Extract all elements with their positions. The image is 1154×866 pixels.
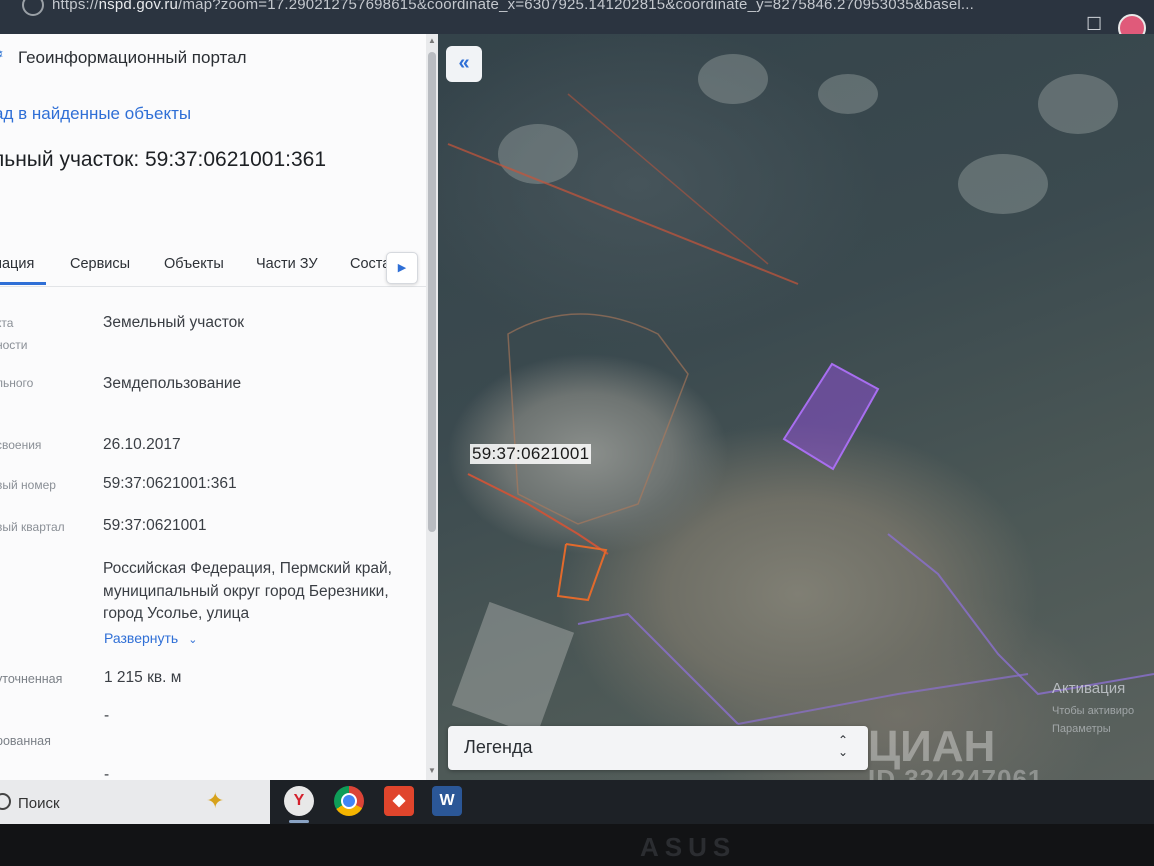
portal-title: Геоинформационный портал xyxy=(18,48,247,67)
tab-objects[interactable]: Объекты xyxy=(164,256,224,272)
copilot-sparkle-icon[interactable]: ✦ xyxy=(206,788,224,814)
windows-activation-title: Активация xyxy=(1052,680,1126,697)
field-value-area: 1 215 кв. м xyxy=(104,669,182,686)
activation-line-1: Чтобы активиро xyxy=(1052,705,1135,717)
expand-address-link[interactable]: Развернуть ⌄ xyxy=(104,630,197,646)
laptop-bezel: ASUS xyxy=(0,824,1154,866)
boundary-line xyxy=(447,143,799,285)
field-value-cadastral-quarter: 59:37:0621001 xyxy=(103,517,207,534)
field-label-cadastral-quarter: вый квартал xyxy=(0,520,65,534)
parcel-boundary xyxy=(887,533,1154,696)
field-value-registered: - xyxy=(104,766,110,780)
tab-composition[interactable]: Соста xyxy=(350,256,390,272)
field-value-usage: Земдепользование xyxy=(103,375,242,392)
panel-scrollbar[interactable]: ▲ ▼ xyxy=(426,34,438,780)
info-tabs: мация Сервисы Объекты Части ЗУ Соста ▶ xyxy=(0,244,426,287)
legend-label: Легенда xyxy=(464,737,533,757)
legend-dropdown[interactable]: Легенда ⌃ ⌄ xyxy=(448,726,868,770)
site-info-icon[interactable] xyxy=(22,0,44,16)
building-outline xyxy=(507,313,689,525)
chevron-down-icon[interactable]: ⌄ xyxy=(188,633,197,646)
parcel-boundary xyxy=(556,543,608,602)
object-title: льный участок: 59:37:0621001:361 xyxy=(0,148,327,171)
taskbar: Поиск ✦ Y ◆ W xyxy=(0,780,1154,824)
active-app-indicator xyxy=(289,820,309,823)
parcel-boundary xyxy=(467,473,609,555)
activation-line-2: Параметры xyxy=(1052,723,1111,735)
chrome-icon[interactable] xyxy=(334,786,364,816)
boundary-line xyxy=(567,93,769,265)
windows-activation-text: Чтобы активиро Параметры xyxy=(1052,702,1134,738)
object-info-panel: ❄ Геоинформационный портал ад в найденны… xyxy=(0,34,438,780)
taskbar-search[interactable]: Поиск ✦ xyxy=(0,780,270,824)
field-value-type: Земельный участок xyxy=(103,314,245,331)
panel-content: ❄ Геоинформационный портал ад в найденны… xyxy=(0,34,426,780)
back-to-results-link[interactable]: ад в найденные объекты xyxy=(0,104,191,124)
anydesk-icon[interactable]: ◆ xyxy=(384,786,414,816)
browser-address-bar[interactable]: https://nspd.gov.ru/map?zoom=17.29021275… xyxy=(0,0,1154,42)
field-label-type: кта xyxy=(0,316,14,330)
tabs-scroll-right-button[interactable]: ▶ xyxy=(386,252,418,284)
field-label-type-2: ности xyxy=(0,338,28,352)
scrollbar-thumb[interactable] xyxy=(428,52,436,532)
tab-parts[interactable]: Части ЗУ xyxy=(256,256,318,272)
tab-services[interactable]: Сервисы xyxy=(70,256,130,272)
building-roof xyxy=(451,601,575,737)
bookmark-icon[interactable]: ☐ xyxy=(1086,14,1102,35)
selected-parcel[interactable] xyxy=(782,362,880,471)
field-value-cadastral-number: 59:37:0621001:361 xyxy=(103,475,237,492)
url-text[interactable]: https://nspd.gov.ru/map?zoom=17.29021275… xyxy=(52,0,974,13)
portal-logo-icon: ❄ xyxy=(0,46,6,62)
parcel-boundary xyxy=(737,673,1029,725)
field-label-registered: рованная xyxy=(0,734,51,748)
parcel-boundary xyxy=(577,612,739,725)
field-label-cadastral-number: вый номер xyxy=(0,478,56,492)
field-label-date: своения xyxy=(0,438,42,452)
field-value-address: Российская Федерация, Пермский край, мун… xyxy=(103,560,392,622)
yandex-browser-icon[interactable]: Y xyxy=(284,786,314,816)
scroll-down-icon[interactable]: ▼ xyxy=(428,766,436,775)
watermark-id: ID 324247061 xyxy=(868,764,1044,780)
collapse-panel-button[interactable]: « xyxy=(446,46,482,82)
field-value-date: 26.10.2017 xyxy=(103,436,181,453)
search-label[interactable]: Поиск xyxy=(18,795,60,812)
word-icon[interactable]: W xyxy=(432,786,462,816)
laptop-brand-logo: ASUS xyxy=(640,832,737,862)
scroll-up-icon[interactable]: ▲ xyxy=(428,36,436,45)
tab-information[interactable]: мация xyxy=(0,256,34,272)
expand-label[interactable]: Развернуть xyxy=(104,630,178,646)
cadastral-quarter-label[interactable]: 59:37:0621001 xyxy=(470,444,592,464)
field-value-empty: - xyxy=(104,707,110,724)
field-label-area: уточненная xyxy=(0,672,63,686)
map-overlay xyxy=(447,93,1154,737)
active-tab-indicator xyxy=(0,282,46,285)
chevron-up-down-icon[interactable]: ⌃ ⌄ xyxy=(838,734,848,758)
satellite-map[interactable]: « 59:37:0621001 Активация Чтобы активиро… xyxy=(438,34,1154,780)
search-icon[interactable] xyxy=(0,793,11,810)
field-label-usage: льного xyxy=(0,376,34,390)
